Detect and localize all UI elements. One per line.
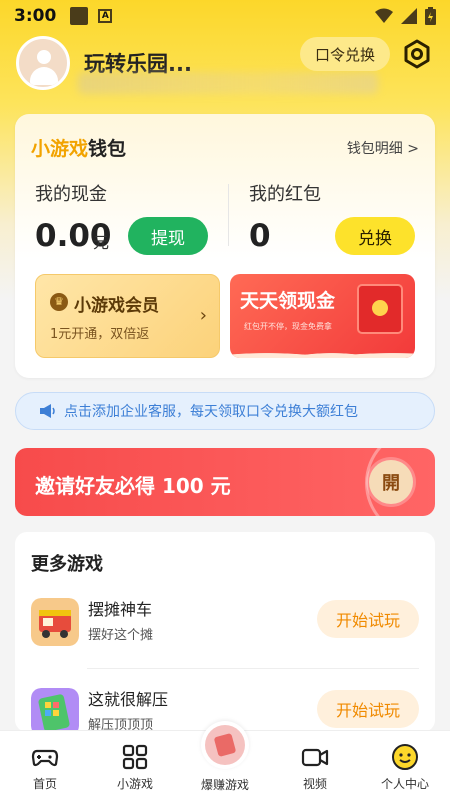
tab-label: 首页 bbox=[32, 777, 57, 791]
invite-text: 邀请好友必得 100 元 bbox=[35, 474, 231, 498]
tab-profile[interactable]: 个人中心 bbox=[360, 731, 450, 800]
code-exchange-button[interactable]: 口令兑换 bbox=[300, 37, 390, 71]
gamepad-icon bbox=[31, 749, 59, 767]
red-packet-value: 0 bbox=[249, 218, 271, 254]
tab-home[interactable]: 首页 bbox=[0, 731, 90, 800]
video-camera-icon bbox=[301, 748, 329, 767]
tab-label: 爆赚游戏 bbox=[200, 778, 249, 792]
start-trial-button[interactable]: 开始试玩 bbox=[317, 690, 419, 728]
cloud-decoration bbox=[230, 342, 415, 358]
more-games-title: 更多游戏 bbox=[31, 554, 103, 575]
blurred-user-info bbox=[78, 72, 378, 94]
vip-membership-card[interactable]: ♛ 小游戏会员 1元开通，双倍返 › bbox=[35, 274, 220, 358]
settings-icon[interactable] bbox=[400, 37, 434, 71]
vip-subtitle: 1元开通，双倍返 bbox=[50, 327, 150, 342]
notice-bar[interactable]: 点击添加企业客服，每天领取口令兑换大额红包 bbox=[15, 392, 435, 430]
game-name: 这就很解压 bbox=[88, 690, 169, 709]
signal-icon bbox=[401, 8, 417, 24]
app-badge-icon: A bbox=[98, 9, 113, 23]
cash-label: 我的现金 bbox=[35, 184, 107, 205]
more-games-section: 更多游戏 摆摊神车 摆好这个摊 开始试玩 这就很解压 解压顶顶顶 开始试玩 bbox=[15, 532, 435, 732]
wallet-detail-link[interactable]: 钱包明细 > bbox=[347, 138, 419, 158]
megaphone-icon bbox=[40, 404, 55, 418]
status-bar: 3:00 A bbox=[0, 0, 450, 32]
invite-friends-banner[interactable]: 邀请好友必得 100 元 開 bbox=[15, 448, 435, 516]
notice-text: 点击添加企业客服，每天领取口令兑换大额红包 bbox=[64, 404, 358, 420]
wifi-icon bbox=[375, 8, 393, 23]
notification-icon bbox=[70, 7, 89, 25]
wallet-title: 小游戏钱包 bbox=[31, 138, 127, 160]
tab-hot-games[interactable]: 爆赚游戏 bbox=[180, 721, 270, 800]
divider bbox=[87, 668, 419, 669]
tab-mini-games[interactable]: 小游戏 bbox=[90, 731, 180, 800]
tab-label: 视频 bbox=[302, 777, 327, 791]
grid-icon bbox=[122, 744, 148, 770]
open-button[interactable]: 開 bbox=[369, 460, 413, 504]
crown-icon: ♛ bbox=[50, 293, 68, 311]
game-name: 摆摊神车 bbox=[88, 600, 153, 619]
food-truck-game-icon bbox=[31, 598, 79, 646]
daily-cash-subtitle: 红包开不停，现金免费拿 bbox=[244, 322, 332, 331]
smiley-icon bbox=[392, 744, 418, 770]
status-time: 3:00 bbox=[14, 6, 57, 26]
avatar[interactable] bbox=[16, 36, 70, 90]
puzzle-game-icon bbox=[31, 688, 79, 732]
wallet-card: 小游戏钱包 钱包明细 > 我的现金 0.00 元 提现 我的红包 0 兑换 ♛ … bbox=[15, 114, 435, 378]
cash-unit: 元 bbox=[93, 233, 110, 252]
exchange-button[interactable]: 兑换 bbox=[335, 217, 415, 255]
daily-cash-banner[interactable]: 天天领现金 红包开不停，现金免费拿 bbox=[230, 274, 415, 358]
tab-label: 个人中心 bbox=[380, 777, 429, 791]
cash-icon bbox=[201, 721, 249, 769]
daily-cash-title: 天天领现金 bbox=[240, 290, 336, 312]
start-trial-button[interactable]: 开始试玩 bbox=[317, 600, 419, 638]
game-item[interactable]: 摆摊神车 摆好这个摊 开始试玩 bbox=[15, 590, 435, 660]
vip-title: 小游戏会员 bbox=[74, 296, 159, 316]
chevron-right-icon: › bbox=[199, 305, 207, 326]
tab-label: 小游戏 bbox=[116, 777, 153, 791]
withdraw-button[interactable]: 提现 bbox=[128, 217, 208, 255]
divider bbox=[228, 184, 229, 246]
tab-video[interactable]: 视频 bbox=[270, 731, 360, 800]
bottom-tab-bar: 首页 小游戏 爆赚游戏 视频 个人中心 bbox=[0, 721, 450, 800]
red-packet-label: 我的红包 bbox=[249, 184, 321, 205]
game-description: 摆好这个摊 bbox=[88, 628, 154, 643]
battery-icon bbox=[425, 7, 436, 25]
red-envelope-icon bbox=[357, 284, 403, 334]
